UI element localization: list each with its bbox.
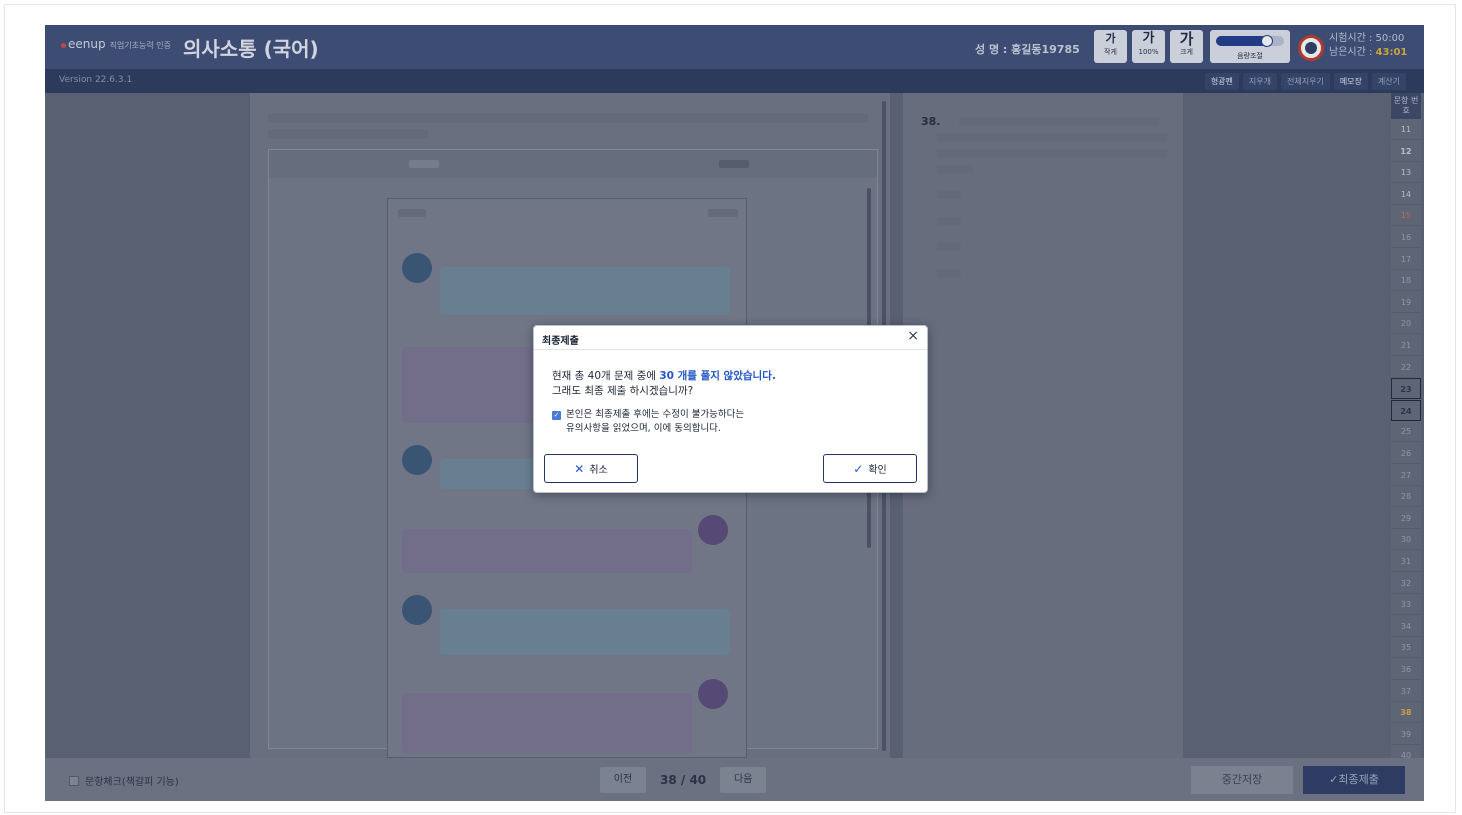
screen-frame: eenup 직업기초능력 인증 의사소통 (국어) 성 명 : 홍길동19785… <box>4 4 1456 813</box>
agree-line-2: 유의사항을 읽었으며, 이에 동의합니다. <box>566 423 721 434</box>
close-icon[interactable]: × <box>907 328 919 344</box>
confirm-label: 확인 <box>868 465 887 476</box>
agree-line-1: 본인은 최종제출 후에는 수정이 불가능하다는 <box>566 409 745 420</box>
unanswered-count-text: 30 개를 풀지 않았습니다. <box>659 370 776 382</box>
dialog-title: 최종제출 <box>542 336 579 347</box>
agree-option[interactable]: ✓ 본인은 최종제출 후에는 수정이 불가능하다는 유의사항을 읽었으며, 이에… <box>552 408 744 436</box>
agree-text: 본인은 최종제출 후에는 수정이 불가능하다는 유의사항을 읽었으며, 이에 동… <box>566 408 744 436</box>
final-submit-dialog: 최종제출 × 현재 총 40개 문제 중에 30 개를 풀지 않았습니다. 그래… <box>533 325 928 493</box>
dialog-line-2: 그래도 최종 제출 하시겠습니까? <box>552 385 694 397</box>
cancel-button[interactable]: ✕ 취소 <box>544 454 638 483</box>
dialog-line-1: 현재 총 40개 문제 중에 30 개를 풀지 않았습니다. <box>552 369 776 384</box>
dialog-message: 현재 총 40개 문제 중에 30 개를 풀지 않았습니다. 그래도 최종 제출… <box>552 369 776 399</box>
dialog-header: 최종제출 × <box>534 326 927 350</box>
check-icon: ✓ <box>853 461 864 476</box>
dialog-line-1-prefix: 현재 총 40개 문제 중에 <box>552 370 660 382</box>
confirm-button[interactable]: ✓ 확인 <box>823 454 917 483</box>
cancel-label: 취소 <box>589 465 608 476</box>
close-x-icon: ✕ <box>574 461 585 476</box>
agree-checkbox[interactable]: ✓ <box>552 411 561 420</box>
